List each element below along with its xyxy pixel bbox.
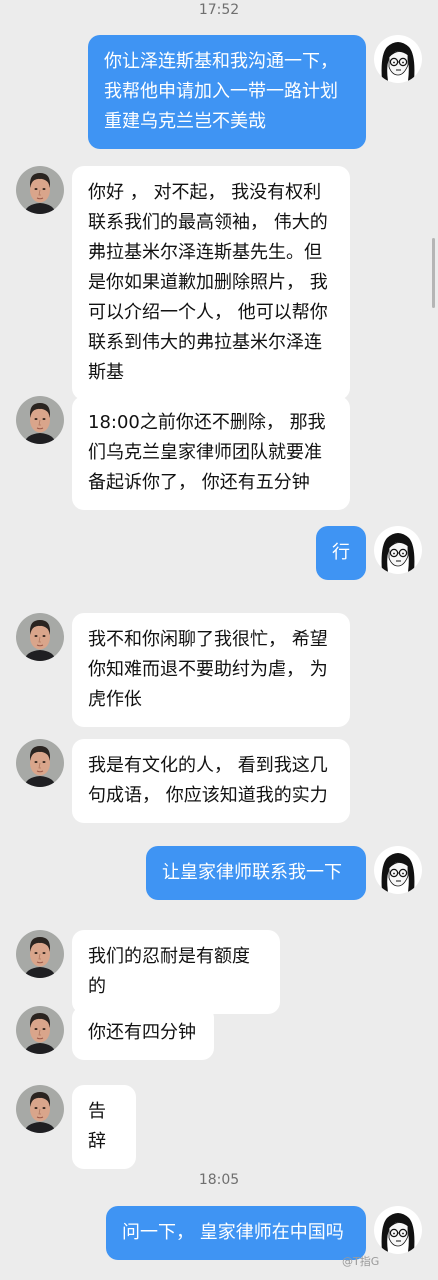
watermark: @T指G (342, 1255, 380, 1268)
incoming-message-bubble[interactable]: 我是有文化的人， 看到我这几 句成语， 你应该知道我的实力 (72, 739, 350, 823)
incoming-message-bubble[interactable]: 我们的忍耐是有额度的 (72, 930, 280, 1014)
timestamp: 17:52 (198, 2, 240, 18)
contact-avatar-icon[interactable] (16, 930, 64, 978)
contact-avatar-icon[interactable] (16, 1085, 64, 1133)
contact-avatar-icon[interactable] (16, 396, 64, 444)
contact-avatar-icon[interactable] (16, 739, 64, 787)
contact-avatar-icon[interactable] (16, 166, 64, 214)
incoming-message-bubble[interactable]: 我不和你闲聊了我很忙， 希望 你知难而退不要助纣为虐， 为 虎作伥 (72, 613, 350, 727)
incoming-message-bubble[interactable]: 告辞 (72, 1085, 136, 1169)
outgoing-message-bubble[interactable]: 让皇家律师联系我一下 (146, 846, 366, 900)
timestamp: 18:05 (198, 1172, 240, 1188)
contact-avatar-icon[interactable] (16, 613, 64, 661)
scrollbar[interactable] (432, 238, 435, 308)
outgoing-message-bubble[interactable]: 行 (316, 526, 366, 580)
chat-view[interactable]: 17:52 你让泽连斯基和我沟通一下， 我帮他申请加入一带一路计划 重建乌克兰岂… (0, 0, 438, 1280)
my-avatar-icon[interactable] (374, 846, 422, 894)
outgoing-message-bubble[interactable]: 你让泽连斯基和我沟通一下， 我帮他申请加入一带一路计划 重建乌克兰岂不美哉 (88, 35, 366, 149)
my-avatar-icon[interactable] (374, 35, 422, 83)
contact-avatar-icon[interactable] (16, 1006, 64, 1054)
incoming-message-bubble[interactable]: 18:00之前你还不删除， 那我 们乌克兰皇家律师团队就要准 备起诉你了， 你还… (72, 396, 350, 510)
incoming-message-bubble[interactable]: 你还有四分钟 (72, 1006, 214, 1060)
my-avatar-icon[interactable] (374, 526, 422, 574)
incoming-message-bubble[interactable]: 你好 ， 对不起， 我没有权利 联系我们的最高领袖， 伟大的 弗拉基米尔泽连斯基… (72, 166, 350, 400)
outgoing-message-bubble[interactable]: 问一下， 皇家律师在中国吗 (106, 1206, 366, 1260)
my-avatar-icon[interactable] (374, 1206, 422, 1254)
